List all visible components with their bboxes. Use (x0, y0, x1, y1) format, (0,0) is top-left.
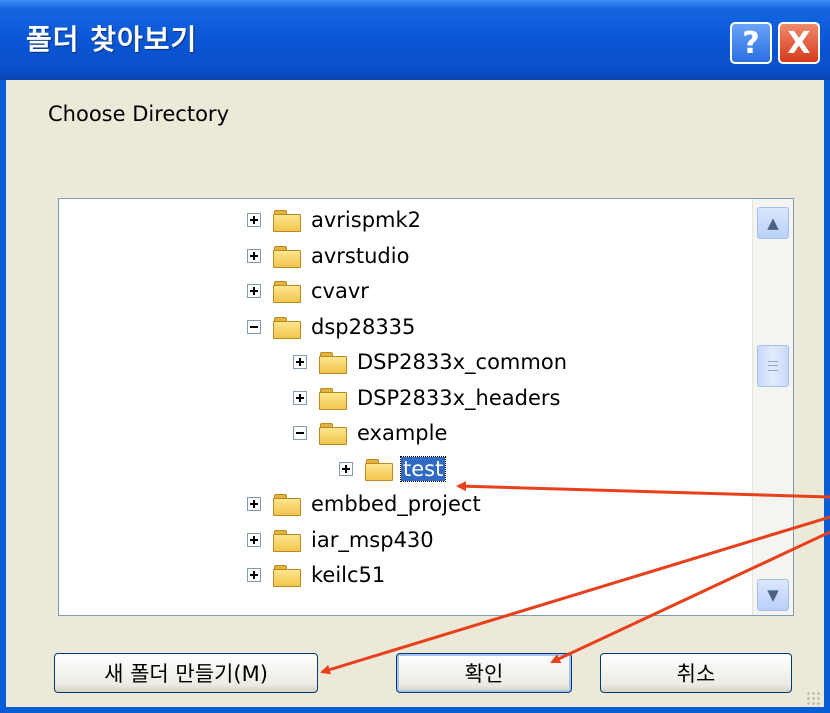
annotation-arrow-to-test (456, 481, 830, 499)
annotation-arrows (320, 481, 830, 675)
annotation-arrow-to-ok (550, 530, 830, 664)
annotation-arrow-to-new-folder (320, 515, 830, 675)
